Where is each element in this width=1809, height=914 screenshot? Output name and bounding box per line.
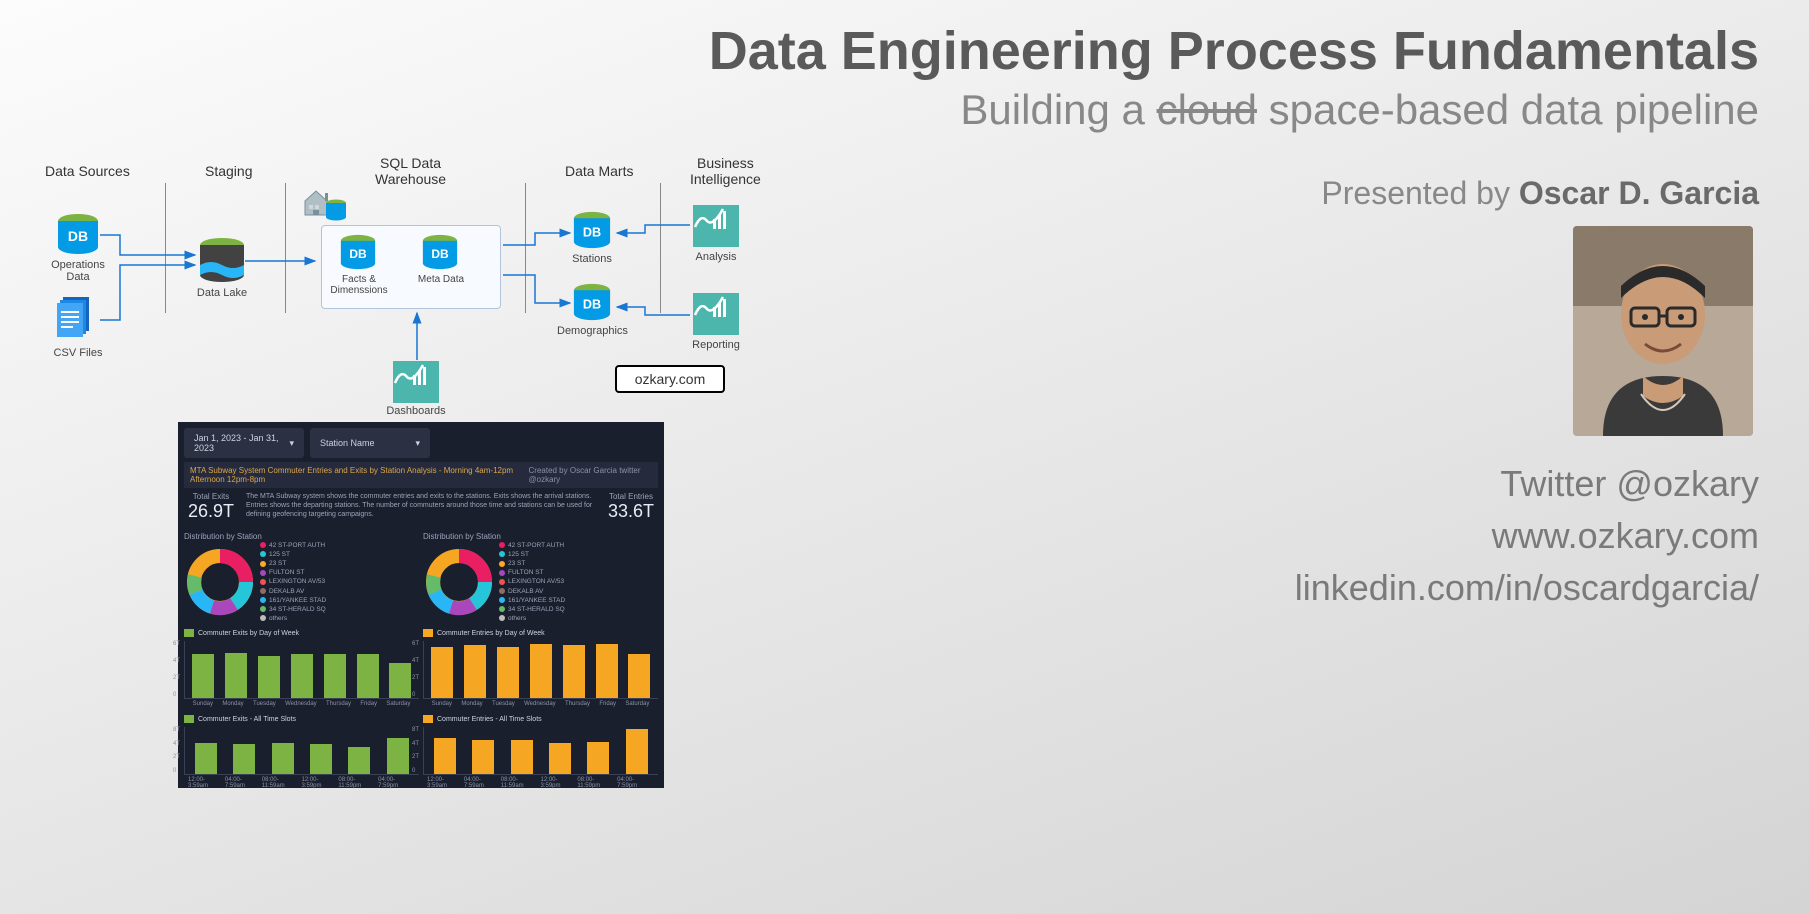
- total-entries-label: Total Entries: [604, 492, 658, 501]
- url-badge: ozkary.com: [615, 365, 725, 393]
- date-range-value: Jan 1, 2023 - Jan 31, 2023: [194, 433, 289, 453]
- label-csv: CSV Files: [43, 347, 113, 359]
- entries-day-title: Commuter Entries by Day of Week: [437, 630, 545, 637]
- warehouse-box: Facts & Dimenssions Meta Data: [321, 225, 501, 309]
- station-select-value: Station Name: [320, 438, 375, 448]
- presenter-name: Oscar D. Garcia: [1519, 175, 1759, 211]
- linkedin-url: linkedin.com/in/oscardgarcia/: [1295, 562, 1759, 614]
- exits-slot-xlabels: 12:00-3:59am04:00-7:59am08:00-11:59am12:…: [184, 775, 419, 789]
- entries-day-chart: 6T4T2T0: [423, 641, 658, 699]
- analysis-icon: [693, 205, 739, 247]
- presenter-photo: [1573, 226, 1753, 436]
- demographics-db-icon: [573, 283, 611, 321]
- entries-day-xlabels: SundayMondayTuesdayWednesdayThursdayFrid…: [423, 699, 658, 707]
- dashboards-icon: [393, 361, 439, 403]
- contact-links: Twitter @ozkary www.ozkary.com linkedin.…: [1295, 458, 1759, 615]
- exits-day-xlabels: SundayMondayTuesdayWednesdayThursdayFrid…: [184, 699, 419, 707]
- csv-files-icon: [57, 297, 97, 343]
- entries-slot-chart: 8T4T2T0: [423, 727, 658, 775]
- twitter-handle: Twitter @ozkary: [1295, 458, 1759, 510]
- label-datalake: Data Lake: [187, 287, 257, 299]
- dashboard-title: MTA Subway System Commuter Entries and E…: [190, 466, 529, 484]
- stations-db-icon: [573, 211, 611, 249]
- entries-slot-xlabels: 12:00-3:59am04:00-7:59am08:00-11:59am12:…: [423, 775, 658, 789]
- subtitle-suffix: space-based data pipeline: [1257, 86, 1759, 133]
- total-entries-value: 33.6T: [604, 501, 658, 522]
- chevron-down-icon: ▾: [415, 438, 420, 449]
- presented-by: Presented by Oscar D. Garcia: [1321, 175, 1759, 212]
- swatch-icon: [423, 715, 433, 723]
- label-facts: Facts & Dimenssions: [324, 274, 394, 296]
- page-title: Data Engineering Process Fundamentals: [709, 20, 1759, 82]
- exits-day-title: Commuter Exits by Day of Week: [198, 630, 299, 637]
- exits-dist-title: Distribution by Station: [184, 532, 419, 541]
- label-stations: Stations: [557, 253, 627, 265]
- total-exits-value: 26.9T: [184, 501, 238, 522]
- data-lake-icon: [199, 237, 241, 279]
- total-exits-label: Total Exits: [184, 492, 238, 501]
- label-dashboards: Dashboards: [381, 405, 451, 417]
- entries-dist-title: Distribution by Station: [423, 532, 658, 541]
- label-operations: Operations Data: [43, 259, 113, 283]
- dashboard-credit: Created by Oscar Garcia twitter @ozkary: [529, 466, 653, 484]
- stage-db-icon: [325, 199, 347, 221]
- entries-legend: 42 ST-PORT AUTH125 ST23 STFULTON STLEXIN…: [499, 541, 565, 623]
- exits-slot-title: Commuter Exits - All Time Slots: [198, 716, 296, 723]
- exits-slot-chart: 8T4T2T0: [184, 727, 419, 775]
- swatch-icon: [184, 629, 194, 637]
- date-range-select[interactable]: Jan 1, 2023 - Jan 31, 2023▾: [184, 428, 304, 458]
- reporting-icon: [693, 293, 739, 335]
- subtitle-prefix: Building a: [960, 86, 1156, 133]
- label-analysis: Analysis: [681, 251, 751, 263]
- entries-donut-chart: [423, 546, 495, 618]
- label-demographics: Demographics: [557, 325, 627, 337]
- label-meta: Meta Data: [406, 274, 476, 285]
- dashboard-description: The MTA Subway system shows the commuter…: [242, 492, 600, 522]
- entries-slot-title: Commuter Entries - All Time Slots: [437, 716, 542, 723]
- page-subtitle: Building a cloud space-based data pipeli…: [709, 86, 1759, 134]
- website-url: www.ozkary.com: [1295, 510, 1759, 562]
- exits-donut-chart: [184, 546, 256, 618]
- exits-day-chart: 6T4T2T0: [184, 641, 419, 699]
- exits-legend: 42 ST-PORT AUTH125 ST23 STFULTON STLEXIN…: [260, 541, 326, 623]
- swatch-icon: [423, 629, 433, 637]
- architecture-diagram: Data Sources Staging SQL Data Warehouse …: [25, 155, 785, 415]
- station-select[interactable]: Station Name ▾: [310, 428, 430, 458]
- presented-label: Presented by: [1321, 175, 1518, 211]
- label-reporting: Reporting: [681, 339, 751, 351]
- chevron-down-icon: ▾: [289, 438, 294, 449]
- dashboard-preview: Jan 1, 2023 - Jan 31, 2023▾ Station Name…: [178, 422, 664, 788]
- subtitle-strike: cloud: [1157, 86, 1257, 133]
- swatch-icon: [184, 715, 194, 723]
- db-icon-operations: [57, 213, 99, 255]
